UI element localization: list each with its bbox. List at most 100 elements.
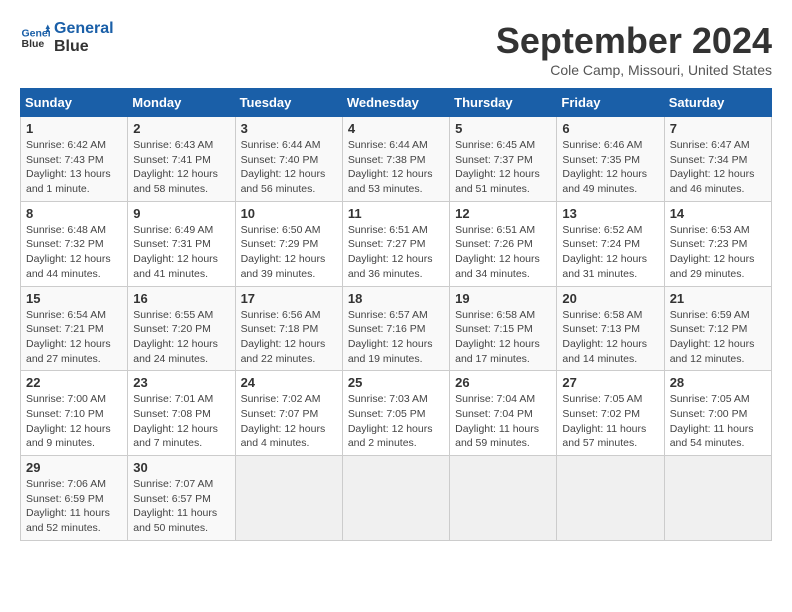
- day-info: Sunrise: 6:50 AM Sunset: 7:29 PM Dayligh…: [241, 223, 337, 282]
- day-info: Sunrise: 7:04 AM Sunset: 7:04 PM Dayligh…: [455, 392, 551, 451]
- calendar-cell: 15 Sunrise: 6:54 AM Sunset: 7:21 PM Dayli…: [21, 286, 128, 371]
- day-number: 20: [562, 291, 658, 306]
- calendar-cell: 23 Sunrise: 7:01 AM Sunset: 7:08 PM Dayli…: [128, 371, 235, 456]
- calendar-week-row: 15 Sunrise: 6:54 AM Sunset: 7:21 PM Dayli…: [21, 286, 772, 371]
- day-number: 23: [133, 375, 229, 390]
- day-info: Sunrise: 6:58 AM Sunset: 7:15 PM Dayligh…: [455, 308, 551, 367]
- page-header: General Blue General Blue September 2024…: [20, 20, 772, 78]
- calendar-cell: 21 Sunrise: 6:59 AM Sunset: 7:12 PM Dayli…: [664, 286, 771, 371]
- day-info: Sunrise: 7:06 AM Sunset: 6:59 PM Dayligh…: [26, 477, 122, 536]
- day-number: 4: [348, 121, 444, 136]
- day-info: Sunrise: 6:51 AM Sunset: 7:26 PM Dayligh…: [455, 223, 551, 282]
- day-info: Sunrise: 6:48 AM Sunset: 7:32 PM Dayligh…: [26, 223, 122, 282]
- calendar-cell: [342, 456, 449, 541]
- day-info: Sunrise: 7:01 AM Sunset: 7:08 PM Dayligh…: [133, 392, 229, 451]
- day-number: 22: [26, 375, 122, 390]
- title-section: September 2024 Cole Camp, Missouri, Unit…: [496, 20, 772, 78]
- calendar-cell: 25 Sunrise: 7:03 AM Sunset: 7:05 PM Dayli…: [342, 371, 449, 456]
- day-info: Sunrise: 7:07 AM Sunset: 6:57 PM Dayligh…: [133, 477, 229, 536]
- day-number: 19: [455, 291, 551, 306]
- calendar-cell: 22 Sunrise: 7:00 AM Sunset: 7:10 PM Dayli…: [21, 371, 128, 456]
- day-number: 3: [241, 121, 337, 136]
- calendar-cell: 6 Sunrise: 6:46 AM Sunset: 7:35 PM Daylig…: [557, 117, 664, 202]
- calendar-cell: 28 Sunrise: 7:05 AM Sunset: 7:00 PM Dayli…: [664, 371, 771, 456]
- logo-blue: Blue: [54, 38, 114, 56]
- day-info: Sunrise: 6:52 AM Sunset: 7:24 PM Dayligh…: [562, 223, 658, 282]
- weekday-header-sunday: Sunday: [21, 89, 128, 117]
- month-title: September 2024: [496, 20, 772, 62]
- logo-icon: General Blue: [20, 23, 50, 53]
- calendar-cell: 30 Sunrise: 7:07 AM Sunset: 6:57 PM Dayli…: [128, 456, 235, 541]
- calendar-cell: 18Sunrise: 6:57 AM Sunset: 7:16 PM Dayli…: [342, 286, 449, 371]
- calendar-cell: 8 Sunrise: 6:48 AM Sunset: 7:32 PM Daylig…: [21, 201, 128, 286]
- weekday-header-thursday: Thursday: [450, 89, 557, 117]
- weekday-header-wednesday: Wednesday: [342, 89, 449, 117]
- calendar-cell: 27Sunrise: 7:05 AM Sunset: 7:02 PM Dayli…: [557, 371, 664, 456]
- calendar-cell: 1 Sunrise: 6:42 AM Sunset: 7:43 PM Daylig…: [21, 117, 128, 202]
- calendar-week-row: 29 Sunrise: 7:06 AM Sunset: 6:59 PM Dayli…: [21, 456, 772, 541]
- day-number: 26: [455, 375, 551, 390]
- day-number: 25: [348, 375, 444, 390]
- calendar-cell: [450, 456, 557, 541]
- calendar-cell: 9 Sunrise: 6:49 AM Sunset: 7:31 PM Daylig…: [128, 201, 235, 286]
- calendar-cell: 11Sunrise: 6:51 AM Sunset: 7:27 PM Dayli…: [342, 201, 449, 286]
- day-number: 16: [133, 291, 229, 306]
- day-number: 28: [670, 375, 766, 390]
- day-info: Sunrise: 6:45 AM Sunset: 7:37 PM Dayligh…: [455, 138, 551, 197]
- calendar-week-row: 8 Sunrise: 6:48 AM Sunset: 7:32 PM Daylig…: [21, 201, 772, 286]
- day-info: Sunrise: 6:59 AM Sunset: 7:12 PM Dayligh…: [670, 308, 766, 367]
- day-number: 21: [670, 291, 766, 306]
- calendar-cell: 24Sunrise: 7:02 AM Sunset: 7:07 PM Dayli…: [235, 371, 342, 456]
- logo: General Blue General Blue: [20, 20, 114, 56]
- day-number: 11: [348, 206, 444, 221]
- day-number: 1: [26, 121, 122, 136]
- calendar-cell: 10Sunrise: 6:50 AM Sunset: 7:29 PM Dayli…: [235, 201, 342, 286]
- day-number: 2: [133, 121, 229, 136]
- calendar-cell: 14Sunrise: 6:53 AM Sunset: 7:23 PM Dayli…: [664, 201, 771, 286]
- day-number: 14: [670, 206, 766, 221]
- weekday-header-monday: Monday: [128, 89, 235, 117]
- day-info: Sunrise: 6:46 AM Sunset: 7:35 PM Dayligh…: [562, 138, 658, 197]
- day-number: 6: [562, 121, 658, 136]
- day-info: Sunrise: 7:02 AM Sunset: 7:07 PM Dayligh…: [241, 392, 337, 451]
- calendar-cell: 3 Sunrise: 6:44 AM Sunset: 7:40 PM Daylig…: [235, 117, 342, 202]
- day-info: Sunrise: 6:54 AM Sunset: 7:21 PM Dayligh…: [26, 308, 122, 367]
- day-info: Sunrise: 7:00 AM Sunset: 7:10 PM Dayligh…: [26, 392, 122, 451]
- calendar-cell: 20Sunrise: 6:58 AM Sunset: 7:13 PM Dayli…: [557, 286, 664, 371]
- calendar-week-row: 22 Sunrise: 7:00 AM Sunset: 7:10 PM Dayli…: [21, 371, 772, 456]
- day-number: 30: [133, 460, 229, 475]
- calendar-header-row: SundayMondayTuesdayWednesdayThursdayFrid…: [21, 89, 772, 117]
- day-number: 5: [455, 121, 551, 136]
- day-info: Sunrise: 6:42 AM Sunset: 7:43 PM Dayligh…: [26, 138, 122, 197]
- day-info: Sunrise: 6:56 AM Sunset: 7:18 PM Dayligh…: [241, 308, 337, 367]
- day-number: 8: [26, 206, 122, 221]
- day-info: Sunrise: 7:03 AM Sunset: 7:05 PM Dayligh…: [348, 392, 444, 451]
- day-info: Sunrise: 6:44 AM Sunset: 7:38 PM Dayligh…: [348, 138, 444, 197]
- day-number: 18: [348, 291, 444, 306]
- calendar-cell: 7Sunrise: 6:47 AM Sunset: 7:34 PM Daylig…: [664, 117, 771, 202]
- calendar-cell: 2 Sunrise: 6:43 AM Sunset: 7:41 PM Daylig…: [128, 117, 235, 202]
- day-info: Sunrise: 6:47 AM Sunset: 7:34 PM Dayligh…: [670, 138, 766, 197]
- calendar-cell: 16 Sunrise: 6:55 AM Sunset: 7:20 PM Dayli…: [128, 286, 235, 371]
- day-info: Sunrise: 6:55 AM Sunset: 7:20 PM Dayligh…: [133, 308, 229, 367]
- calendar-cell: 5 Sunrise: 6:45 AM Sunset: 7:37 PM Daylig…: [450, 117, 557, 202]
- day-number: 29: [26, 460, 122, 475]
- calendar-cell: 29 Sunrise: 7:06 AM Sunset: 6:59 PM Dayli…: [21, 456, 128, 541]
- day-info: Sunrise: 6:43 AM Sunset: 7:41 PM Dayligh…: [133, 138, 229, 197]
- weekday-header-tuesday: Tuesday: [235, 89, 342, 117]
- day-info: Sunrise: 6:44 AM Sunset: 7:40 PM Dayligh…: [241, 138, 337, 197]
- day-number: 17: [241, 291, 337, 306]
- day-info: Sunrise: 6:49 AM Sunset: 7:31 PM Dayligh…: [133, 223, 229, 282]
- calendar-cell: 4 Sunrise: 6:44 AM Sunset: 7:38 PM Daylig…: [342, 117, 449, 202]
- day-number: 15: [26, 291, 122, 306]
- day-info: Sunrise: 7:05 AM Sunset: 7:00 PM Dayligh…: [670, 392, 766, 451]
- calendar-cell: 26 Sunrise: 7:04 AM Sunset: 7:04 PM Dayli…: [450, 371, 557, 456]
- day-number: 12: [455, 206, 551, 221]
- calendar-cell: [235, 456, 342, 541]
- calendar-week-row: 1 Sunrise: 6:42 AM Sunset: 7:43 PM Daylig…: [21, 117, 772, 202]
- day-number: 13: [562, 206, 658, 221]
- calendar-cell: 12 Sunrise: 6:51 AM Sunset: 7:26 PM Dayli…: [450, 201, 557, 286]
- day-number: 27: [562, 375, 658, 390]
- day-number: 9: [133, 206, 229, 221]
- calendar-cell: 19 Sunrise: 6:58 AM Sunset: 7:15 PM Dayli…: [450, 286, 557, 371]
